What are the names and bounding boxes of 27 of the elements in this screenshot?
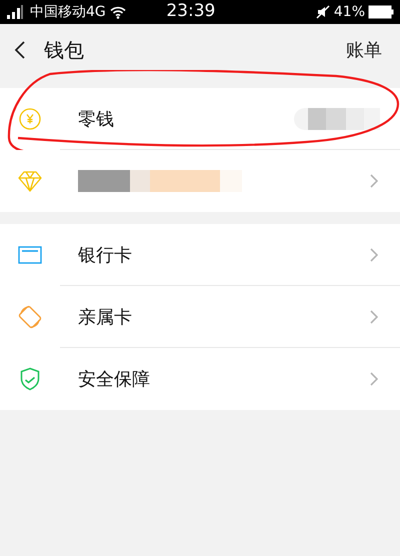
chevron-right-icon — [370, 248, 378, 262]
battery-percentage: 41% — [334, 2, 366, 22]
item-label: 安全保障 — [78, 368, 150, 392]
tilted-card-icon — [18, 305, 42, 329]
diamond-icon — [18, 170, 42, 192]
chevron-right-icon — [370, 310, 378, 324]
battery-icon — [368, 5, 394, 19]
wifi-icon — [110, 6, 126, 18]
list-item[interactable] — [0, 150, 400, 212]
yuan-coin-icon — [19, 108, 41, 130]
muted-icon — [316, 5, 330, 19]
item-label: 零钱 — [78, 108, 114, 132]
item-label: 银行卡 — [78, 244, 132, 268]
shield-check-icon — [19, 367, 41, 391]
item-label: 亲属卡 — [78, 306, 132, 330]
bill-button[interactable]: 账单 — [346, 36, 382, 64]
card-icon — [18, 245, 42, 265]
carrier-name: 中国移动4G — [30, 2, 106, 22]
page-title: 钱包 — [44, 37, 84, 64]
chevron-right-icon — [370, 174, 378, 188]
list-item[interactable]: 亲属卡 — [0, 286, 400, 348]
list-item[interactable]: 零钱 — [0, 88, 400, 150]
list-item[interactable]: 安全保障 — [0, 348, 400, 410]
chevron-right-icon — [370, 372, 378, 386]
list-item[interactable]: 银行卡 — [0, 224, 400, 286]
clock: 23:39 — [166, 0, 216, 24]
signal-icon — [6, 5, 24, 19]
